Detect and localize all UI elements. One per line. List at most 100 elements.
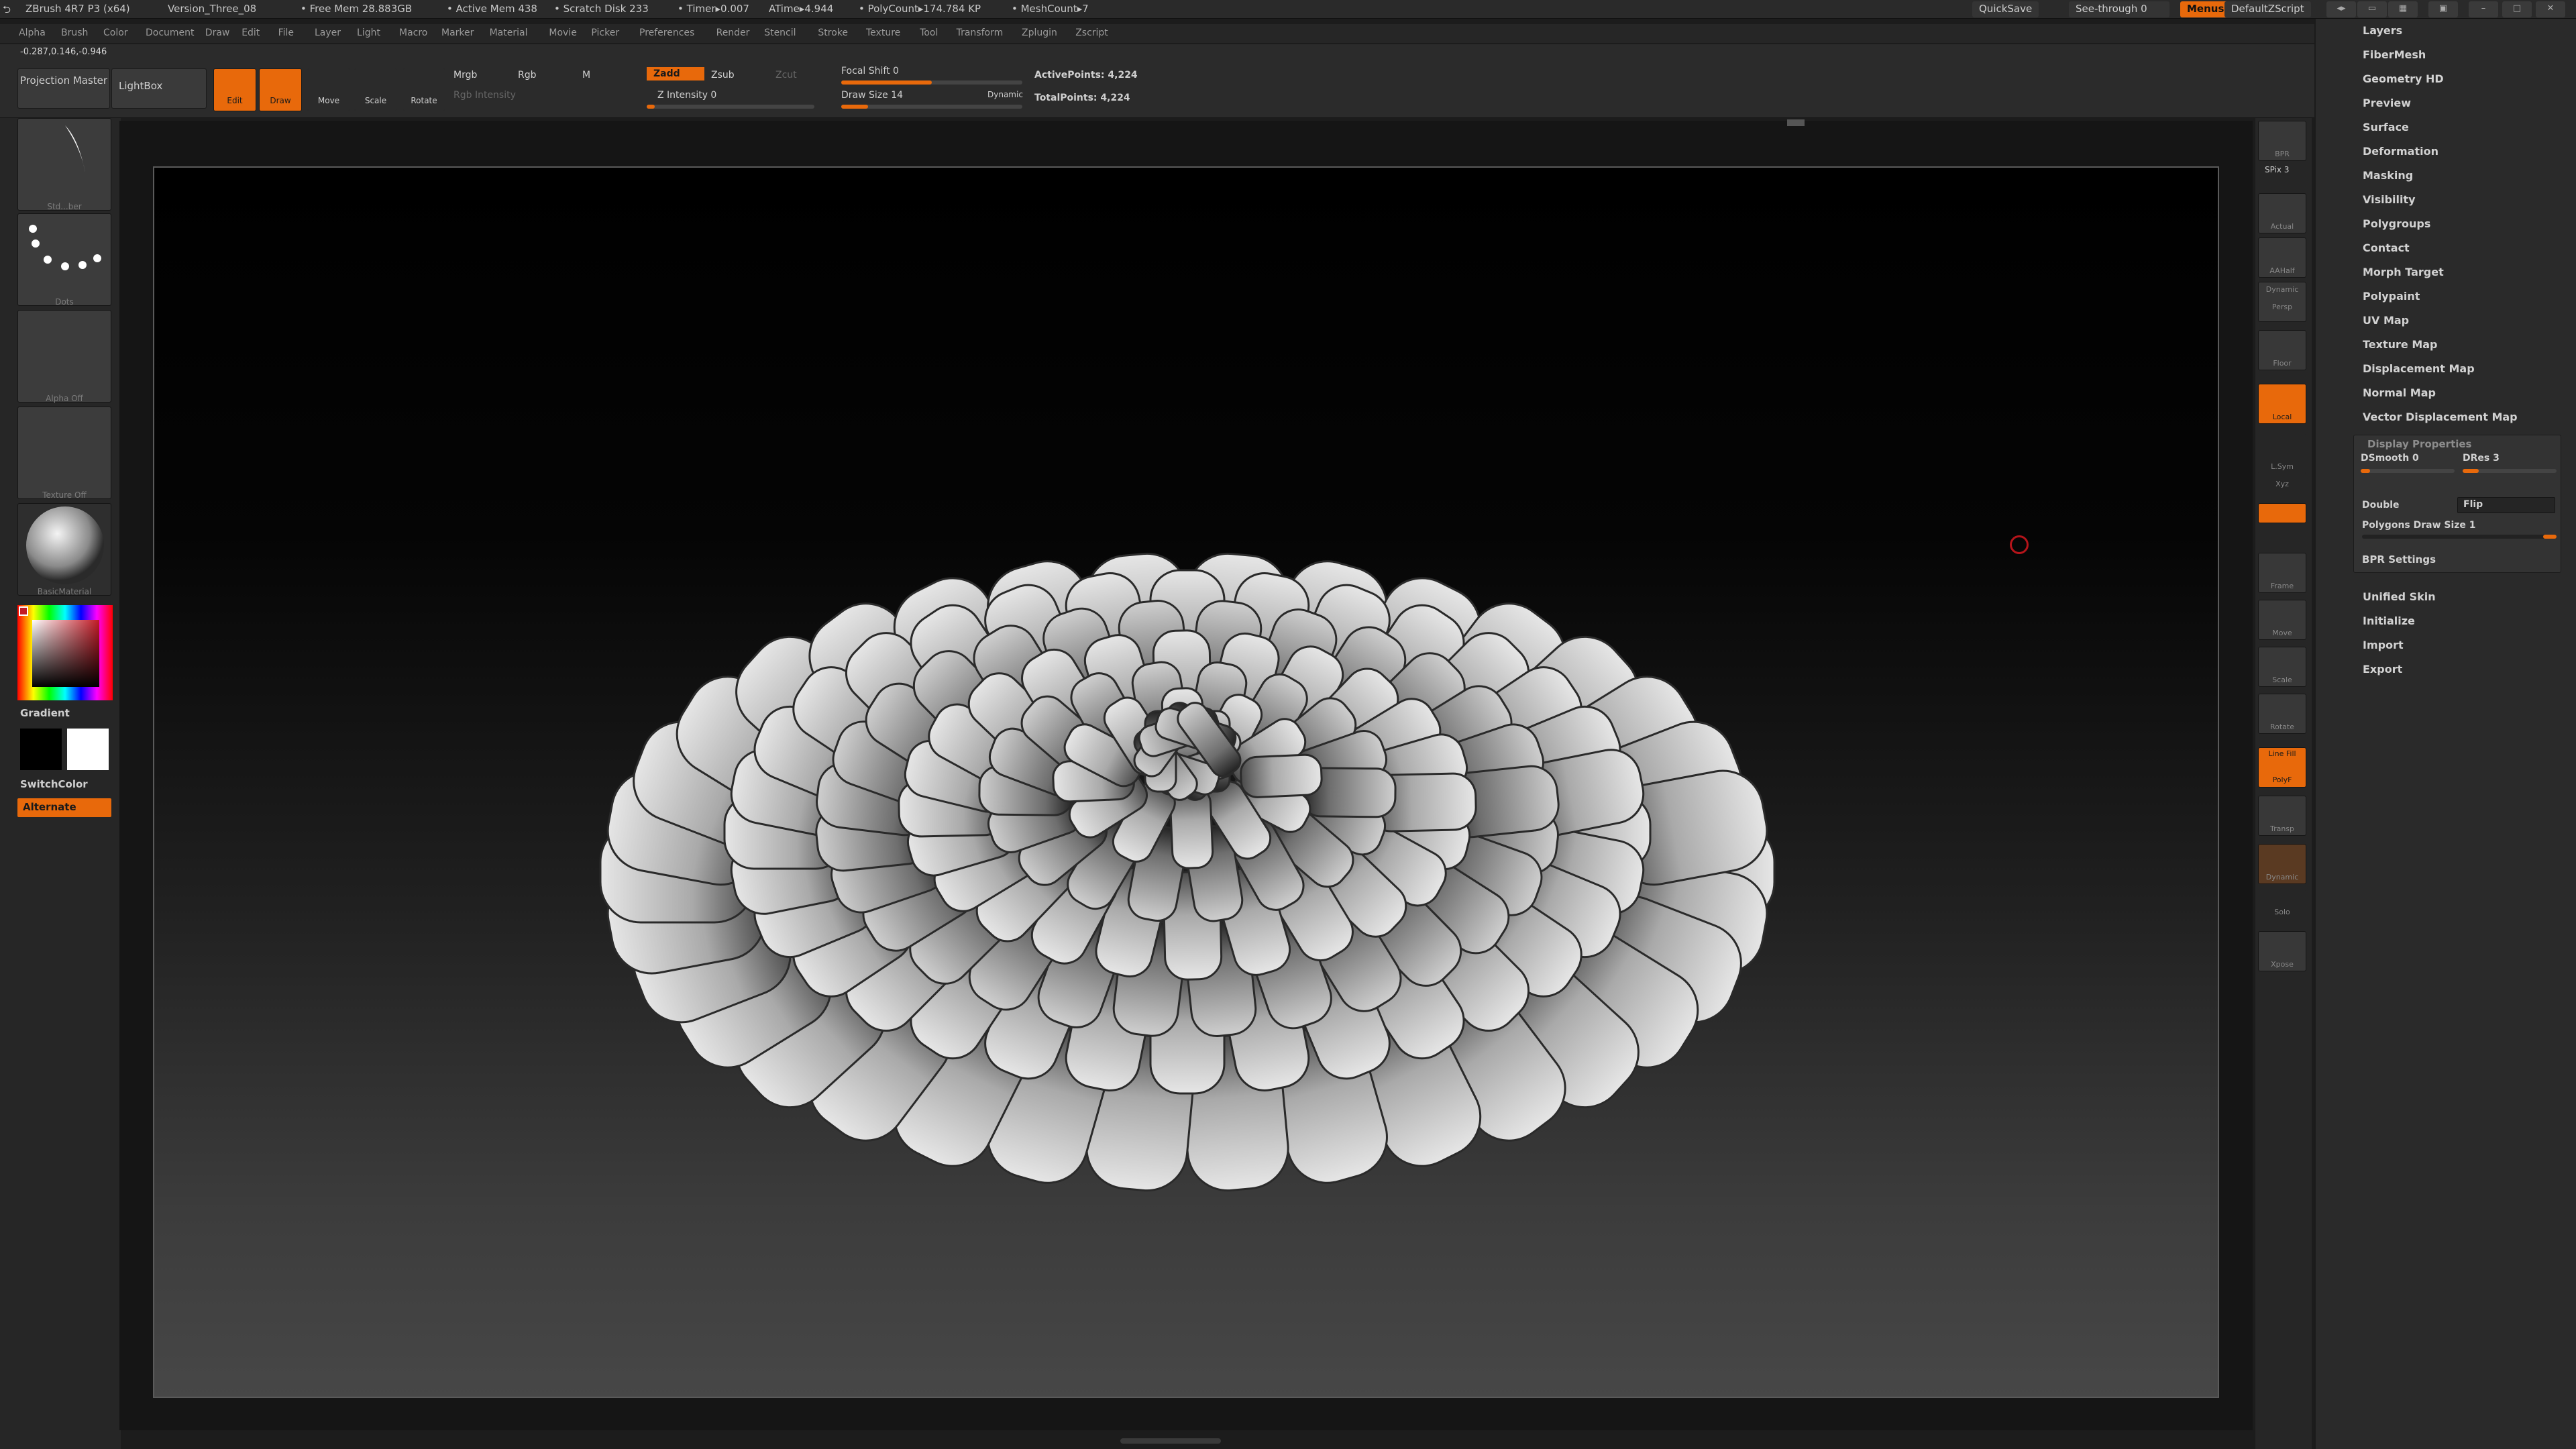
menu-file[interactable]: File xyxy=(278,28,294,38)
tool-subpalette-visibility[interactable]: Visibility xyxy=(2363,193,2416,206)
tool-subpalette-surface[interactable]: Surface xyxy=(2363,121,2409,133)
menu-draw[interactable]: Draw xyxy=(205,28,230,38)
alternate-button[interactable]: Alternate xyxy=(17,798,111,817)
menu-document[interactable]: Document xyxy=(146,28,195,38)
polyf-button[interactable]: Line Fill PolyF xyxy=(2258,747,2306,788)
rgb-intensity-slider[interactable]: Rgb Intensity xyxy=(453,90,516,101)
menu-zplugin[interactable]: Zplugin xyxy=(1022,28,1057,38)
xyz-button[interactable]: Xyz xyxy=(2258,472,2306,495)
tool-subpalette-contact[interactable]: Contact xyxy=(2363,241,2410,254)
tool-subpalette-import[interactable]: Import xyxy=(2363,639,2404,651)
lightbox-button[interactable]: LightBox xyxy=(111,68,207,109)
move-button[interactable]: Move xyxy=(307,68,350,111)
focal-shift-track[interactable] xyxy=(841,80,1022,85)
zsub-button[interactable]: Zsub xyxy=(711,70,735,80)
help-icon[interactable]: ▦ xyxy=(2388,1,2418,17)
z-intensity-track[interactable] xyxy=(647,105,814,109)
floor-button[interactable]: Floor xyxy=(2258,330,2306,370)
menu-material[interactable]: Material xyxy=(490,28,528,38)
tool-subpalette-polygroups[interactable]: Polygroups xyxy=(2363,217,2430,230)
default-zscript-button[interactable]: DefaultZScript xyxy=(2224,1,2311,17)
menu-light[interactable]: Light xyxy=(357,28,380,38)
spix-slider[interactable]: SPix 3 xyxy=(2265,165,2289,174)
tool-subpalette-polypaint[interactable]: Polypaint xyxy=(2363,290,2420,303)
draw-button[interactable]: Draw xyxy=(259,68,302,111)
menus-button[interactable]: Menus xyxy=(2180,1,2231,17)
double-button[interactable]: Double xyxy=(2362,500,2400,511)
switch-color-button[interactable]: SwitchColor xyxy=(20,778,88,790)
texture-selector[interactable]: Texture Off xyxy=(17,407,111,500)
menu-render[interactable]: Render xyxy=(716,28,750,38)
menu-stroke[interactable]: Stroke xyxy=(818,28,848,38)
menu-alpha[interactable]: Alpha xyxy=(19,28,46,38)
see-through-slider[interactable]: See-through 0 xyxy=(2069,1,2169,17)
display-properties-header[interactable]: Display Properties xyxy=(2367,438,2471,450)
zbrush-logo-icon[interactable]: ⮌ xyxy=(3,3,11,19)
ghost-button[interactable]: Dynamic xyxy=(2258,844,2306,884)
mrgb-button[interactable]: Mrgb xyxy=(453,70,477,80)
frame-button[interactable]: Frame xyxy=(2258,553,2306,593)
save-icon[interactable]: ▣ xyxy=(2428,1,2458,17)
tool-subpalette-preview[interactable]: Preview xyxy=(2363,97,2411,109)
solo-button[interactable]: Solo xyxy=(2258,890,2306,916)
rotation-axis-button[interactable] xyxy=(2258,503,2306,523)
3d-viewport[interactable] xyxy=(153,166,2219,1398)
move-view-button[interactable]: Move xyxy=(2258,600,2306,640)
xpose-button[interactable]: Xpose xyxy=(2258,931,2306,971)
menu-picker[interactable]: Picker xyxy=(591,28,619,38)
rotate-view-button[interactable]: Rotate xyxy=(2258,694,2306,734)
z-intensity-slider[interactable]: Z Intensity 0 xyxy=(657,90,716,101)
zcut-button[interactable]: Zcut xyxy=(775,70,797,80)
zadd-button[interactable]: Zadd xyxy=(647,67,704,80)
m-button[interactable]: M xyxy=(582,70,590,80)
draw-size-slider[interactable]: Draw Size 14 xyxy=(841,90,903,101)
top-tray-handle[interactable] xyxy=(1787,119,1805,126)
dynamic-button[interactable]: Dynamic xyxy=(987,90,1023,99)
tool-subpalette-uv-map[interactable]: UV Map xyxy=(2363,314,2409,327)
menu-brush[interactable]: Brush xyxy=(61,28,88,38)
material-selector[interactable]: BasicMaterial xyxy=(17,503,111,596)
menu-transform[interactable]: Transform xyxy=(957,28,1004,38)
dsmooth-track[interactable] xyxy=(2361,469,2455,473)
flower-model[interactable] xyxy=(154,168,2219,1398)
lsym-button[interactable]: L.Sym xyxy=(2258,433,2306,474)
color-picker[interactable] xyxy=(17,605,113,700)
projection-master-button[interactable]: Projection Master xyxy=(17,68,110,109)
tool-subpalette-initialize[interactable]: Initialize xyxy=(2363,614,2415,627)
alpha-selector[interactable]: Alpha Off xyxy=(17,310,111,403)
tool-subpalette-morph-target[interactable]: Morph Target xyxy=(2363,266,2444,278)
tool-subpalette-displacement-map[interactable]: Displacement Map xyxy=(2363,362,2475,375)
menu-preferences[interactable]: Preferences xyxy=(639,28,694,38)
tool-subpalette-texture-map[interactable]: Texture Map xyxy=(2363,338,2437,351)
layout-icon[interactable]: ◂▸ xyxy=(2326,1,2356,17)
tool-subpalette-unified-skin[interactable]: Unified Skin xyxy=(2363,590,2436,603)
menu-stencil[interactable]: Stencil xyxy=(764,28,796,38)
tool-subpalette-vector-displacement-map[interactable]: Vector Displacement Map xyxy=(2363,411,2518,423)
scale-button[interactable]: Scale xyxy=(354,68,397,111)
menu-layer[interactable]: Layer xyxy=(315,28,341,38)
local-button[interactable]: Local xyxy=(2258,384,2306,424)
close-icon[interactable]: ✕ xyxy=(2536,1,2565,17)
color-picker-square[interactable] xyxy=(32,620,99,687)
polygons-draw-size-slider[interactable]: Polygons Draw Size 1 xyxy=(2362,520,2476,531)
edit-button[interactable]: Edit xyxy=(213,68,256,111)
aahalf-button[interactable]: AAHalf xyxy=(2258,237,2306,278)
menu-marker[interactable]: Marker xyxy=(441,28,474,38)
persp-button[interactable]: Dynamic Persp xyxy=(2258,282,2306,322)
quicksave-button[interactable]: QuickSave xyxy=(1972,1,2039,17)
menu-texture[interactable]: Texture xyxy=(866,28,900,38)
gradient-label[interactable]: Gradient xyxy=(20,707,70,719)
tool-subpalette-deformation[interactable]: Deformation xyxy=(2363,145,2438,158)
tool-subpalette-export[interactable]: Export xyxy=(2363,663,2402,676)
rgb-button[interactable]: Rgb xyxy=(518,70,537,80)
menu-zscript[interactable]: Zscript xyxy=(1075,28,1108,38)
bottom-tray-handle[interactable] xyxy=(1120,1438,1221,1444)
menu-movie[interactable]: Movie xyxy=(549,28,576,38)
menu-edit[interactable]: Edit xyxy=(241,28,260,38)
tool-subpalette-layers[interactable]: Layers xyxy=(2363,24,2402,37)
minimize-icon[interactable]: – xyxy=(2469,1,2498,17)
actual-button[interactable]: Actual xyxy=(2258,193,2306,233)
dres-slider[interactable]: DRes 3 xyxy=(2463,453,2500,464)
dsmooth-slider[interactable]: DSmooth 0 xyxy=(2361,453,2419,464)
tool-subpalette-normal-map[interactable]: Normal Map xyxy=(2363,386,2436,399)
